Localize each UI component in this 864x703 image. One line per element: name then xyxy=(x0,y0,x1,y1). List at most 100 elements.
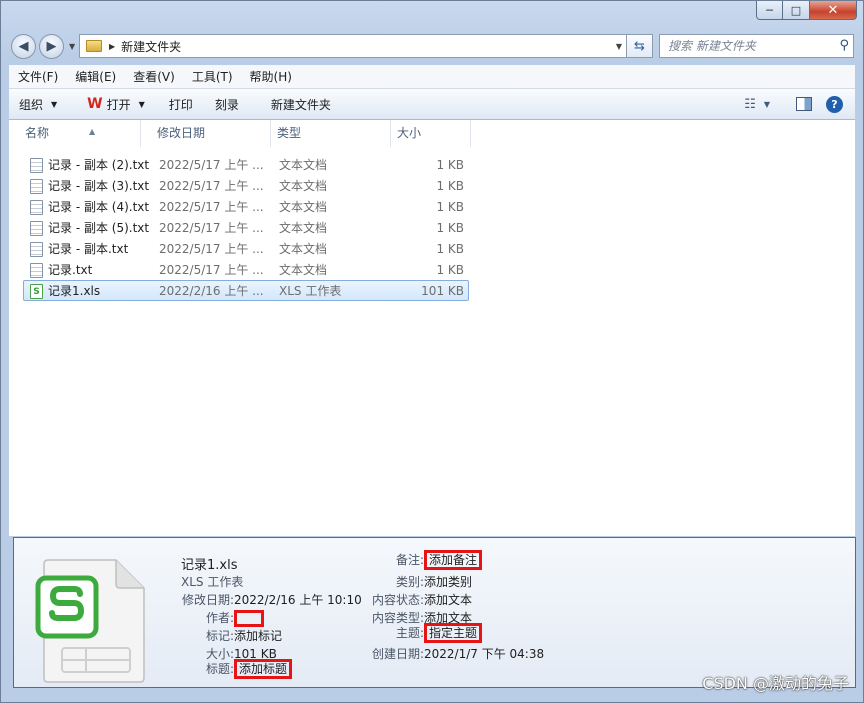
file-row-selected[interactable]: S 记录1.xls 2022/2/16 上午 ... XLS 工作表 101 K… xyxy=(23,280,469,301)
organize-button[interactable]: 组织 ▼ xyxy=(9,89,65,119)
xls-file-icon: S xyxy=(30,284,43,299)
minimize-button[interactable]: ─ xyxy=(756,1,783,20)
menu-tools[interactable]: 工具(T) xyxy=(183,68,241,85)
view-dropdown-icon[interactable]: ▼ xyxy=(760,100,774,109)
menu-help[interactable]: 帮助(H) xyxy=(241,68,300,85)
file-name: 记录 - 副本 (4).txt xyxy=(48,200,150,214)
menu-bar: 文件(F) 编辑(E) 查看(V) 工具(T) 帮助(H) xyxy=(9,65,855,89)
search-icon[interactable]: ⚲ xyxy=(839,38,849,53)
content-status-field[interactable]: 添加文本 xyxy=(424,593,472,607)
file-size: 1 KB xyxy=(436,241,464,256)
details-filename: 记录1.xls xyxy=(181,558,238,573)
file-size: 1 KB xyxy=(436,220,464,235)
details-author: 作者: xyxy=(174,609,264,627)
file-date: 2022/5/17 上午 ... xyxy=(159,242,264,256)
folder-icon xyxy=(86,40,102,52)
column-header-type-label: 类型 xyxy=(277,126,302,140)
help-icon[interactable]: ? xyxy=(826,95,843,113)
comments-field[interactable]: 添加备注 xyxy=(424,550,483,570)
file-date: 2022/5/17 上午 ... xyxy=(159,200,264,214)
address-dropdown-icon[interactable]: ▼ xyxy=(616,42,622,51)
details-content-status: 内容状态:添加文本 xyxy=(364,591,472,608)
file-type: 文本文档 xyxy=(279,263,328,277)
refresh-icon: ⇆ xyxy=(634,38,645,54)
column-headers: 名称 ▲ 修改日期 类型 大小 xyxy=(19,120,864,147)
title-field[interactable]: 添加标题 xyxy=(234,659,293,679)
file-type: 文本文档 xyxy=(279,179,328,193)
file-type: 文本文档 xyxy=(279,221,328,235)
menu-edit[interactable]: 编辑(E) xyxy=(66,68,124,85)
burn-label: 刻录 xyxy=(214,97,239,112)
back-button[interactable]: ◀ xyxy=(11,34,36,59)
file-type: XLS 工作表 xyxy=(279,284,342,298)
details-label: 标记: xyxy=(205,629,234,643)
menu-file[interactable]: 文件(F) xyxy=(9,68,66,85)
window-controls: ─ □ ✕ xyxy=(756,1,857,20)
subject-field[interactable]: 指定主题 xyxy=(424,623,483,643)
file-row[interactable]: 记录 - 副本 (5).txt 2022/5/17 上午 ... 文本文档 1 … xyxy=(23,217,469,238)
open-with-wps-button[interactable]: W 打开 ▼ xyxy=(65,89,153,119)
refresh-button[interactable]: ⇆ xyxy=(627,34,653,58)
category-field[interactable]: 添加类别 xyxy=(424,575,472,589)
file-row[interactable]: 记录 - 副本 (3).txt 2022/5/17 上午 ... 文本文档 1 … xyxy=(23,175,469,196)
details-label: 作者: xyxy=(205,611,234,625)
text-file-icon xyxy=(30,179,43,194)
details-label: 内容状态: xyxy=(371,593,424,607)
view-controls: ☷ ▼ ? xyxy=(740,95,855,113)
file-row[interactable]: 记录.txt 2022/5/17 上午 ... 文本文档 1 KB xyxy=(23,259,469,280)
column-header-date-label: 修改日期 xyxy=(157,126,206,140)
column-header-name-label: 名称 xyxy=(25,126,50,140)
details-label: 类别: xyxy=(395,575,424,589)
details-subject: 主题: 指定主题 xyxy=(364,623,483,643)
maximize-button[interactable]: □ xyxy=(783,1,810,20)
column-header-name[interactable]: 名称 ▲ xyxy=(19,120,141,147)
forward-arrow-icon: ▶ xyxy=(46,39,57,54)
search-box[interactable]: ⚲ xyxy=(659,34,854,58)
forward-button[interactable]: ▶ xyxy=(39,34,64,59)
file-date: 2022/5/17 上午 ... xyxy=(159,179,264,193)
text-file-icon xyxy=(30,158,43,173)
file-name: 记录.txt xyxy=(48,263,93,277)
explorer-window: ─ □ ✕ ◀ ▶ ▼ ▶ 新建文件夹 ▼ ⇆ ⚲ 文件(F) 编辑(E) 查看… xyxy=(0,0,864,703)
text-file-icon xyxy=(30,242,43,257)
text-file-icon xyxy=(30,221,43,236)
file-type: 文本文档 xyxy=(279,200,328,214)
file-name: 记录 - 副本 (2).txt xyxy=(48,158,150,172)
file-size: 101 KB xyxy=(421,283,464,298)
file-row[interactable]: 记录 - 副本.txt 2022/5/17 上午 ... 文本文档 1 KB xyxy=(23,238,469,259)
file-type: 文本文档 xyxy=(279,158,328,172)
tags-field[interactable]: 添加标记 xyxy=(234,629,282,643)
file-size: 1 KB xyxy=(436,178,464,193)
recent-pages-dropdown[interactable]: ▼ xyxy=(69,42,75,51)
file-type: 文本文档 xyxy=(279,242,328,256)
new-folder-button[interactable]: 新建文件夹 xyxy=(247,89,339,119)
created-date-value: 2022/1/7 下午 04:38 xyxy=(424,647,545,661)
text-file-icon xyxy=(30,200,43,215)
details-label: 标题: xyxy=(205,662,234,676)
close-button[interactable]: ✕ xyxy=(810,1,857,20)
file-list: 名称 ▲ 修改日期 类型 大小 记录 - 副本 (2).txt 2022/5/1… xyxy=(9,120,855,536)
author-field[interactable] xyxy=(234,610,264,627)
search-input[interactable] xyxy=(668,39,828,53)
column-header-size[interactable]: 大小 xyxy=(391,120,471,147)
address-bar[interactable]: ▶ 新建文件夹 ▼ xyxy=(79,34,627,58)
file-date: 2022/2/16 上午 ... xyxy=(159,284,264,298)
details-pane: 记录1.xls XLS 工作表 修改日期:2022/2/16 上午 10:10 … xyxy=(13,537,856,688)
file-row[interactable]: 记录 - 副本 (4).txt 2022/5/17 上午 ... 文本文档 1 … xyxy=(23,196,469,217)
view-options-icon[interactable]: ☷ xyxy=(740,97,760,112)
preview-pane-icon[interactable] xyxy=(796,97,812,111)
menu-view[interactable]: 查看(V) xyxy=(124,68,183,85)
breadcrumb-current-folder[interactable]: 新建文件夹 xyxy=(121,38,181,55)
file-name: 记录1.xls xyxy=(48,284,101,298)
file-row[interactable]: 记录 - 副本 (2).txt 2022/5/17 上午 ... 文本文档 1 … xyxy=(23,154,469,175)
print-label: 打印 xyxy=(168,97,193,112)
print-button[interactable]: 打印 xyxy=(153,89,201,119)
column-header-type[interactable]: 类型 xyxy=(271,120,391,147)
column-header-date[interactable]: 修改日期 xyxy=(151,120,271,147)
details-value: 2022/2/16 上午 10:10 xyxy=(234,593,362,607)
details-title: 标题: 添加标题 xyxy=(174,659,293,679)
breadcrumb-chevron-icon[interactable]: ▶ xyxy=(109,42,115,51)
file-name: 记录 - 副本.txt xyxy=(48,242,129,256)
burn-button[interactable]: 刻录 xyxy=(201,89,247,119)
title-bar: ─ □ ✕ xyxy=(1,1,863,29)
